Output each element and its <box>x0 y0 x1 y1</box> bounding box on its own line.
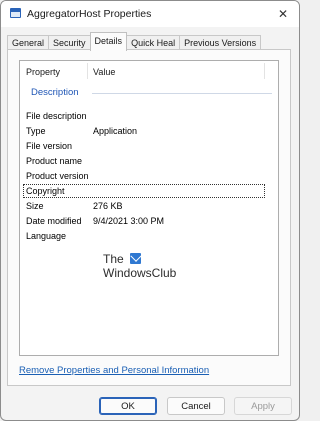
property-row[interactable]: File description <box>20 109 278 123</box>
property-name: File description <box>26 111 87 121</box>
property-name: File version <box>26 141 73 151</box>
tab-strip: General Security Details Quick Heal Prev… <box>7 32 262 51</box>
list-header: Property Value <box>20 61 278 79</box>
close-icon[interactable]: ✕ <box>275 6 291 22</box>
property-name: Language <box>26 231 67 241</box>
column-divider[interactable] <box>264 63 265 79</box>
ok-button[interactable]: OK <box>99 397 157 415</box>
property-row[interactable]: Size 276 KB <box>20 199 278 213</box>
watermark-text: The <box>103 252 124 266</box>
property-row[interactable]: Product name <box>20 154 278 168</box>
watermark-text: WindowsClub <box>103 266 177 280</box>
property-name: Product name <box>26 156 83 166</box>
property-row[interactable]: File version <box>20 139 278 153</box>
property-row[interactable]: Type Application <box>20 124 278 138</box>
property-value: 9/4/2021 3:00 PM <box>93 216 165 226</box>
title-bar: AggregatorHost Properties ✕ <box>1 1 299 27</box>
column-header-property[interactable]: Property <box>26 67 60 77</box>
watermark-logo-icon <box>130 253 141 264</box>
group-divider <box>92 93 272 94</box>
window-icon <box>10 8 21 18</box>
property-name: Copyright <box>26 186 65 196</box>
apply-button[interactable]: Apply <box>234 397 292 415</box>
property-name: Size <box>26 201 44 211</box>
remove-properties-link[interactable]: Remove Properties and Personal Informati… <box>19 365 209 376</box>
property-name: Type <box>26 126 46 136</box>
watermark: The WindowsClub <box>103 252 183 288</box>
details-list[interactable]: Property Value Description File descript… <box>19 60 279 356</box>
property-value: Application <box>93 126 138 136</box>
tab-details[interactable]: Details <box>89 32 128 51</box>
details-panel: Property Value Description File descript… <box>7 49 291 386</box>
properties-dialog: AggregatorHost Properties ✕ General Secu… <box>0 0 300 421</box>
property-name: Product version <box>26 171 89 181</box>
property-name: Date modified <box>26 216 82 226</box>
cancel-button[interactable]: Cancel <box>167 397 225 415</box>
column-header-value[interactable]: Value <box>93 67 115 77</box>
property-row[interactable]: Date modified 9/4/2021 3:00 PM <box>20 214 278 228</box>
property-row[interactable]: Language <box>20 229 278 243</box>
property-row-selected[interactable]: Copyright <box>23 184 265 198</box>
property-value: 276 KB <box>93 201 123 211</box>
group-header-description[interactable]: Description <box>20 86 278 100</box>
group-label: Description <box>31 87 79 98</box>
window-title: AggregatorHost Properties <box>27 8 152 20</box>
column-divider[interactable] <box>87 63 88 79</box>
property-row[interactable]: Product version <box>20 169 278 183</box>
